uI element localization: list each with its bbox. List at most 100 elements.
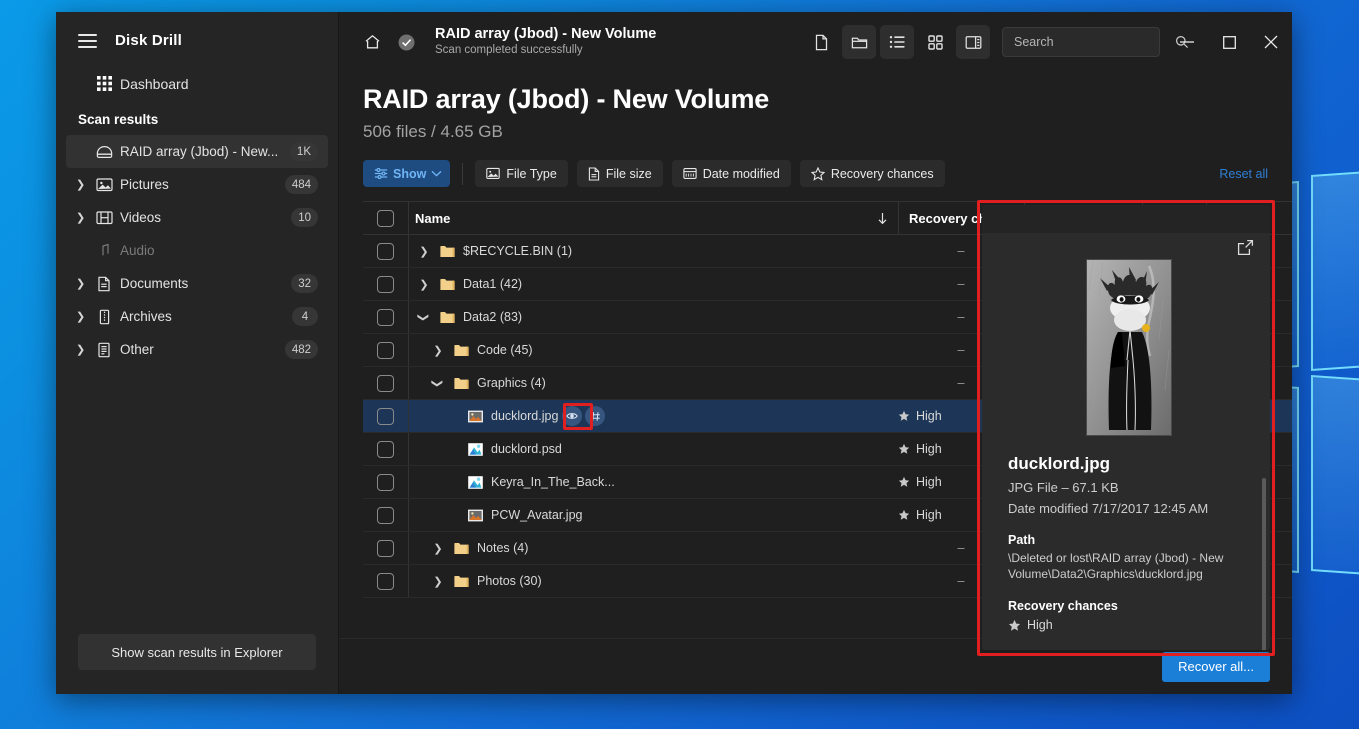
reset-all-link[interactable]: Reset all	[1219, 167, 1268, 181]
chevron-right-icon[interactable]: ❯	[76, 211, 92, 224]
row-checkbox-cell[interactable]	[363, 235, 409, 267]
sidebar-item-documents[interactable]: ❯ Documents 32	[66, 267, 328, 300]
preview-path-label: Path	[1008, 533, 1250, 547]
close-button[interactable]	[1250, 24, 1292, 60]
grid-view-icon[interactable]	[918, 25, 952, 59]
row-checkbox[interactable]	[377, 276, 394, 293]
show-filter-button[interactable]: Show	[363, 160, 450, 187]
chevron-right-icon[interactable]: ❯	[76, 343, 92, 356]
row-checkbox-cell[interactable]	[363, 565, 409, 597]
row-checkbox-cell[interactable]	[363, 433, 409, 465]
preview-scrollbar[interactable]	[1262, 478, 1266, 650]
chevron-right-icon[interactable]: ❯	[76, 277, 92, 290]
main-content: RAID array (Jbod) - New Volume Scan comp…	[339, 12, 1292, 694]
split-panel-icon[interactable]	[956, 25, 990, 59]
maximize-button[interactable]	[1208, 24, 1250, 60]
recovery-chance-value: High	[916, 508, 942, 522]
show-filter-label: Show	[393, 167, 426, 181]
chevron-right-icon[interactable]: ❯	[76, 178, 92, 191]
row-checkbox[interactable]	[377, 474, 394, 491]
sidebar-item-label: RAID array (Jbod) - New...	[116, 144, 290, 159]
row-checkbox[interactable]	[377, 375, 394, 392]
row-checkbox-cell[interactable]	[363, 334, 409, 366]
open-external-icon[interactable]	[1237, 239, 1254, 256]
empty-value: –	[958, 310, 965, 324]
row-more-button[interactable]	[585, 406, 605, 426]
row-checkbox[interactable]	[377, 243, 394, 260]
minimize-button[interactable]	[1166, 24, 1208, 60]
chevron-right-icon[interactable]: ❯	[427, 542, 449, 555]
row-checkbox-cell[interactable]	[363, 532, 409, 564]
sidebar-item-audio[interactable]: Audio	[66, 234, 328, 267]
chevron-right-icon[interactable]: ❯	[427, 575, 449, 588]
row-checkbox-cell[interactable]	[363, 301, 409, 333]
select-all-checkbox-cell[interactable]	[363, 202, 409, 234]
preview-eye-button[interactable]	[562, 406, 582, 426]
sidebar-item-archives[interactable]: ❯ Archives 4	[66, 300, 328, 333]
recovery-chances-filter-button[interactable]: Recovery chances	[800, 160, 945, 187]
row-name-cell[interactable]: Keyra_In_The_Back...	[409, 466, 898, 498]
row-checkbox-cell[interactable]	[363, 466, 409, 498]
recover-all-button[interactable]: Recover all...	[1162, 652, 1270, 682]
chevron-right-icon[interactable]: ❯	[427, 344, 449, 357]
chevron-down-icon[interactable]: ❯	[427, 377, 449, 390]
sidebar-item-label: Audio	[116, 243, 318, 258]
row-checkbox-cell[interactable]	[363, 268, 409, 300]
row-name-cell[interactable]: ❯Data1 (42)	[409, 268, 898, 300]
column-header-name[interactable]: Name	[409, 202, 898, 234]
row-checkbox[interactable]	[377, 507, 394, 524]
row-checkbox[interactable]	[377, 342, 394, 359]
search-input[interactable]	[1014, 35, 1175, 49]
row-checkbox-cell[interactable]	[363, 499, 409, 531]
file-size-filter-button[interactable]: File size	[577, 160, 663, 187]
show-scan-results-in-explorer-button[interactable]: Show scan results in Explorer	[78, 634, 316, 670]
select-all-checkbox[interactable]	[377, 210, 394, 227]
row-checkbox[interactable]	[377, 573, 394, 590]
row-name-cell[interactable]: ❯Graphics (4)	[409, 367, 898, 399]
recovery-chance-value: High	[916, 409, 942, 423]
chevron-down-icon[interactable]: ❯	[413, 311, 435, 324]
preview-date-modified: Date modified 7/17/2017 12:45 AM	[1008, 501, 1250, 516]
folder-view-icon[interactable]	[842, 25, 876, 59]
sidebar-item-dashboard[interactable]: Dashboard	[66, 67, 328, 100]
list-view-icon[interactable]	[880, 25, 914, 59]
hamburger-icon[interactable]	[78, 34, 97, 48]
sidebar-item-videos[interactable]: ❯ Videos 10	[66, 201, 328, 234]
chevron-right-icon[interactable]: ❯	[413, 278, 435, 291]
row-checkbox[interactable]	[377, 309, 394, 326]
sidebar-item-raid-array[interactable]: RAID array (Jbod) - New... 1K	[66, 135, 328, 168]
chevron-right-icon[interactable]: ❯	[76, 310, 92, 323]
chevron-right-icon[interactable]: ❯	[413, 245, 435, 258]
preview-panel: ducklord.jpg JPG File – 67.1 KB Date mod…	[982, 205, 1270, 650]
row-name-cell[interactable]: ❯Photos (30)	[409, 565, 898, 597]
row-checkbox-cell[interactable]	[363, 367, 409, 399]
row-name-cell[interactable]: ❯Data2 (83)	[409, 301, 898, 333]
titlebar-title: RAID array (Jbod) - New Volume	[435, 26, 804, 43]
file-view-icon[interactable]	[804, 25, 838, 59]
row-name-cell[interactable]: ducklord.jpg	[409, 400, 898, 432]
home-icon[interactable]	[355, 25, 389, 59]
sidebar-item-label: Videos	[116, 210, 291, 225]
sidebar-item-label: Other	[116, 342, 285, 357]
row-name-cell[interactable]: ❯Notes (4)	[409, 532, 898, 564]
file-type-filter-button[interactable]: File Type	[475, 160, 568, 187]
recovery-chances-filter-label: Recovery chances	[831, 167, 934, 181]
folder-icon	[435, 310, 459, 325]
row-checkbox[interactable]	[377, 408, 394, 425]
sidebar-item-badge: 1K	[290, 142, 318, 161]
row-name-cell[interactable]: PCW_Avatar.jpg	[409, 499, 898, 531]
row-checkbox[interactable]	[377, 441, 394, 458]
row-name-cell[interactable]: ❯Code (45)	[409, 334, 898, 366]
row-checkbox[interactable]	[377, 540, 394, 557]
row-checkbox-cell[interactable]	[363, 400, 409, 432]
row-name-cell[interactable]: ducklord.psd	[409, 433, 898, 465]
other-file-icon	[92, 342, 116, 358]
sidebar-item-other[interactable]: ❯ Other 482	[66, 333, 328, 366]
date-modified-filter-button[interactable]: Date modified	[672, 160, 791, 187]
sidebar-item-pictures[interactable]: ❯ Pictures 484	[66, 168, 328, 201]
row-file-name: PCW_Avatar.jpg	[487, 508, 582, 522]
star-icon	[898, 410, 910, 422]
star-icon	[898, 509, 910, 521]
search-box[interactable]	[1002, 27, 1160, 57]
row-name-cell[interactable]: ❯$RECYCLE.BIN (1)	[409, 235, 898, 267]
